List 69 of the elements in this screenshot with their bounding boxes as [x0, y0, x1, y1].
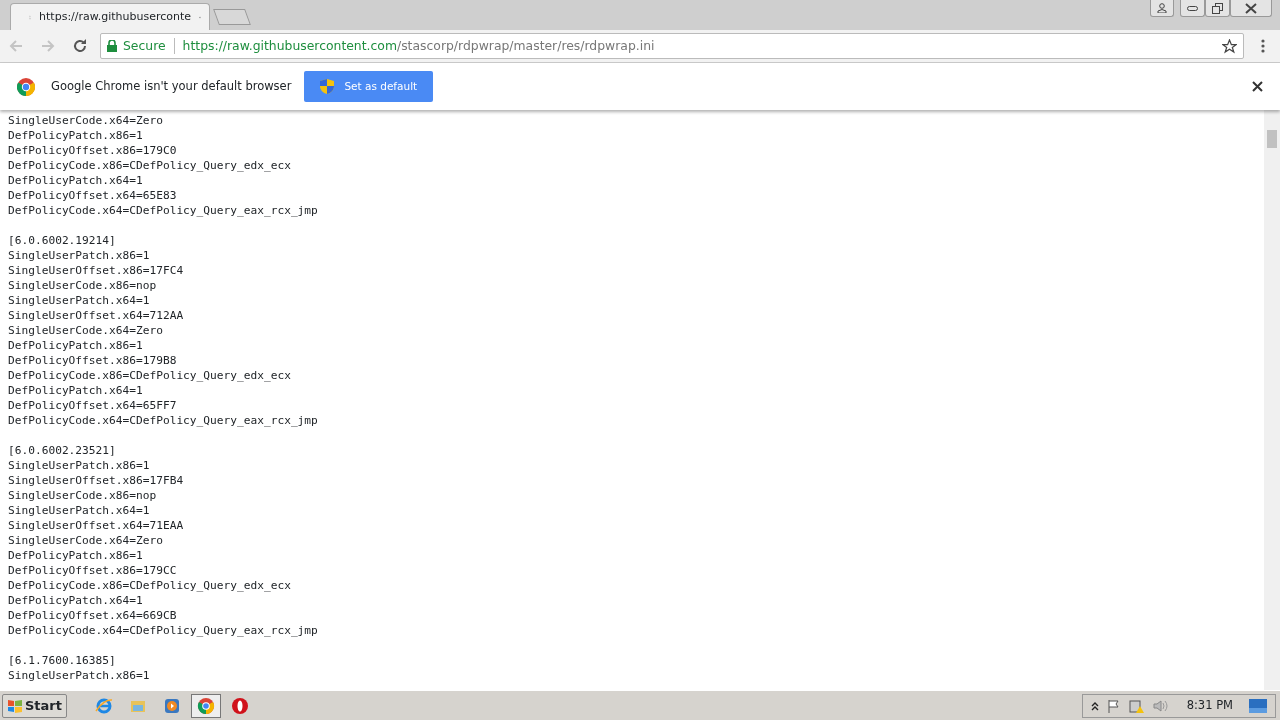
config-line: SingleUserCode.x64=Zero [8, 533, 164, 548]
config-line: SingleUserOffset.x86=17FC4 [8, 263, 185, 278]
chevron-up-icon[interactable] [1090, 700, 1099, 711]
url-text: https://raw.githubusercontent.com/stascorp/rdpwrap/master/res/rdpwrap.ini [182, 36, 655, 55]
config-line: SingleUserPatch.x64=1 [8, 293, 151, 308]
section-header: [6.1.7600.16385] [8, 653, 117, 668]
config-line: SingleUserOffset.x64=71EAA [8, 518, 185, 533]
config-line: DefPolicyPatch.x86=1 [8, 338, 144, 353]
config-line: DefPolicyCode.x86=CDefPolicy_Query_edx_ecx [8, 158, 292, 173]
clock[interactable]: 8:31 PM [1186, 696, 1233, 715]
config-line: SingleUserCode.x64=Zero [8, 113, 164, 128]
network-warning-icon[interactable] [1128, 697, 1145, 714]
config-line: DefPolicyOffset.x64=65E83 [8, 188, 178, 203]
restore-button[interactable] [1205, 0, 1230, 17]
reload-icon[interactable] [72, 38, 88, 54]
security-label: Secure [123, 36, 166, 55]
config-line: DefPolicyPatch.x86=1 [8, 548, 144, 563]
config-line: DefPolicyOffset.x64=669CB [8, 608, 178, 623]
address-bar[interactable]: Secure https://raw.githubusercontent.com/stascorp/rdpwrap/master/res/rdpwrap.ini [100, 33, 1244, 59]
opera-logo-icon [231, 696, 249, 715]
infobar-message: Google Chrome isn't your default browser [51, 77, 292, 95]
config-line: DefPolicyOffset.x86=179CC [8, 563, 178, 578]
config-line: SingleUserCode.x86=nop [8, 278, 158, 293]
config-line: DefPolicyCode.x86=CDefPolicy_Query_edx_ecx [8, 368, 292, 383]
config-line: DefPolicyCode.x64=CDefPolicy_Query_eax_rcx_jmp [8, 413, 319, 428]
config-line: DefPolicyOffset.x64=65FF7 [8, 398, 178, 413]
new-tab-button[interactable] [213, 9, 251, 25]
config-line: DefPolicyPatch.x64=1 [8, 383, 144, 398]
section-header: [6.0.6002.19214] [8, 233, 117, 248]
show-desktop-icon[interactable] [1249, 698, 1267, 713]
config-line: SingleUserCode.x64=Zero [8, 323, 164, 338]
flag-icon[interactable] [1106, 698, 1121, 713]
media-player-icon [163, 696, 181, 715]
browser-tab[interactable]: https://raw.githubuserconte [10, 3, 210, 30]
config-line: SingleUserOffset.x86=17FB4 [8, 473, 185, 488]
person-icon [1157, 3, 1167, 13]
scrollbar[interactable] [1264, 110, 1280, 690]
config-line: SingleUserPatch.x86=1 [8, 668, 151, 683]
config-line: DefPolicyPatch.x64=1 [8, 593, 144, 608]
chrome-logo-icon [197, 696, 215, 715]
config-line: DefPolicyOffset.x86=179C0 [8, 143, 178, 158]
close-window-button[interactable] [1230, 0, 1272, 17]
config-line: SingleUserPatch.x86=1 [8, 248, 151, 263]
lock-icon [107, 40, 117, 52]
config-line: SingleUserOffset.x64=712AA [8, 308, 185, 323]
config-line: SingleUserPatch.x86=1 [8, 458, 151, 473]
tab-title: https://raw.githubuserconte [39, 8, 192, 25]
minimize-button[interactable] [1180, 0, 1205, 17]
config-line: DefPolicyPatch.x64=1 [8, 173, 144, 188]
menu-icon[interactable] [1260, 38, 1266, 54]
start-button[interactable]: Start [2, 693, 67, 718]
profile-button[interactable] [1150, 0, 1174, 17]
config-line: SingleUserCode.x86=nop [8, 488, 158, 503]
minimize-icon [1187, 5, 1198, 11]
chrome-logo-icon [17, 77, 35, 96]
taskbar-app-button[interactable] [191, 693, 221, 718]
config-line: SingleUserPatch.x64=1 [8, 503, 151, 518]
speaker-icon[interactable] [1152, 698, 1169, 713]
ie-icon [95, 696, 113, 715]
config-line: DefPolicyPatch.x86=1 [8, 128, 144, 143]
config-line: DefPolicyOffset.x86=179B8 [8, 353, 178, 368]
windows-logo-icon [7, 698, 23, 713]
config-line: DefPolicyCode.x64=CDefPolicy_Query_eax_rcx_jmp [8, 623, 319, 638]
star-icon[interactable] [1222, 38, 1237, 54]
config-line: DefPolicyCode.x86=CDefPolicy_Query_edx_ecx [8, 578, 292, 593]
restore-icon [1212, 2, 1223, 14]
section-header: [6.0.6002.23521] [8, 443, 117, 458]
config-line: DefPolicyCode.x64=CDefPolicy_Query_eax_rcx_jmp [8, 203, 319, 218]
shield-icon [320, 79, 335, 94]
